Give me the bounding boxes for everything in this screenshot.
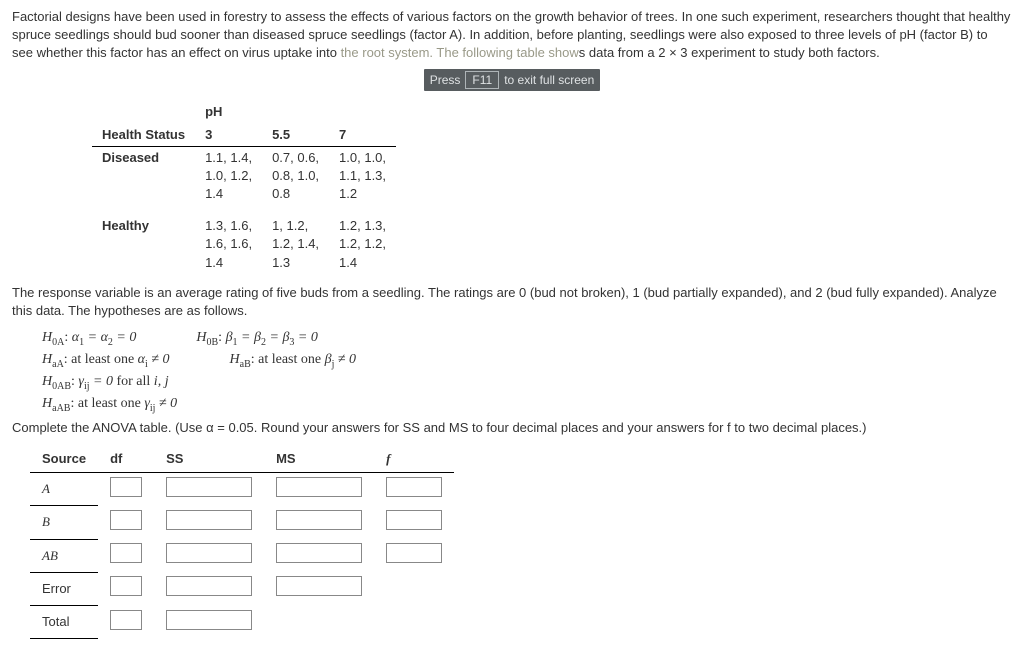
ph-level-0: 3 [195, 124, 262, 147]
ph-header: pH [195, 101, 396, 123]
hyp-h0b: H0B: β1 = β2 = β3 = 0 [196, 328, 318, 350]
input-B-df[interactable] [110, 510, 142, 530]
anova-source-B: B [30, 506, 98, 539]
anova-h-f: f [374, 446, 454, 473]
row-healthy-label: Healthy [92, 215, 195, 274]
input-Error-ms[interactable] [276, 576, 362, 596]
anova-source-AB: AB [30, 539, 98, 572]
hint-post: to exit full screen [504, 72, 594, 89]
anova-h-ms: MS [264, 446, 374, 473]
hyp-h0a: H0A: α1 = α2 = 0 [42, 328, 136, 350]
cell-healthy-7: 1.2, 1.3, 1.2, 1.2, 1.4 [329, 215, 396, 274]
fullscreen-hint-bar: Press F11 to exit full screen [12, 69, 1012, 92]
intro-text-b: s data from a 2 × 3 experiment to study … [579, 45, 880, 60]
anova-h-ss: SS [154, 446, 264, 473]
input-AB-ss[interactable] [166, 543, 252, 563]
data-table: pH Health Status 3 5.5 7 Diseased 1.1, 1… [92, 101, 396, 274]
hint-key: F11 [465, 71, 499, 90]
input-A-ms[interactable] [276, 477, 362, 497]
input-Total-df[interactable] [110, 610, 142, 630]
anova-source-Error: Error [30, 572, 98, 605]
anova-h-source: Source [30, 446, 98, 473]
hypotheses-block: H0A: α1 = α2 = 0 H0B: β1 = β2 = β3 = 0 H… [42, 328, 1012, 415]
input-AB-f[interactable] [386, 543, 442, 563]
anova-source-A: A [30, 472, 98, 506]
anova-h-df: df [98, 446, 154, 473]
health-status-header: Health Status [92, 124, 195, 147]
anova-row-A: A [30, 472, 454, 506]
hyp-haab: HaAB: at least one γij ≠ 0 [42, 394, 1012, 416]
anova-row-Error: Error [30, 572, 454, 605]
anova-instruction: Complete the ANOVA table. (Use α = 0.05.… [12, 419, 1012, 437]
anova-source-Total: Total [30, 606, 98, 639]
ph-level-2: 7 [329, 124, 396, 147]
input-B-ms[interactable] [276, 510, 362, 530]
cell-diseased-5-5: 0.7, 0.6, 0.8, 1.0, 0.8 [262, 146, 329, 205]
fullscreen-hint: Press F11 to exit full screen [424, 69, 601, 92]
cell-healthy-5-5: 1, 1.2, 1.2, 1.4, 1.3 [262, 215, 329, 274]
input-Error-ss[interactable] [166, 576, 252, 596]
anova-wrap: Source df SS MS f A B [30, 446, 1012, 640]
input-A-ss[interactable] [166, 477, 252, 497]
input-AB-df[interactable] [110, 543, 142, 563]
input-Total-ss[interactable] [166, 610, 252, 630]
ph-level-1: 5.5 [262, 124, 329, 147]
hyp-h0ab: H0AB: γij = 0 for all i, j [42, 372, 1012, 394]
input-B-ss[interactable] [166, 510, 252, 530]
cell-diseased-3: 1.1, 1.4, 1.0, 1.2, 1.4 [195, 146, 262, 205]
data-table-wrap: pH Health Status 3 5.5 7 Diseased 1.1, 1… [92, 101, 1012, 274]
input-B-f[interactable] [386, 510, 442, 530]
input-A-f[interactable] [386, 477, 442, 497]
input-AB-ms[interactable] [276, 543, 362, 563]
cell-healthy-3: 1.3, 1.6, 1.6, 1.6, 1.4 [195, 215, 262, 274]
anova-row-Total: Total [30, 606, 454, 639]
anova-table: Source df SS MS f A B [30, 446, 454, 640]
row-diseased-label: Diseased [92, 146, 195, 205]
input-Error-df[interactable] [110, 576, 142, 596]
cell-diseased-7: 1.0, 1.0, 1.1, 1.3, 1.2 [329, 146, 396, 205]
intro-dimmed: the root system. The following table sho… [341, 45, 579, 60]
hint-pre: Press [430, 72, 461, 89]
problem-intro: Factorial designs have been used in fore… [12, 8, 1012, 63]
anova-row-AB: AB [30, 539, 454, 572]
response-description: The response variable is an average rati… [12, 284, 1012, 320]
input-A-df[interactable] [110, 477, 142, 497]
hyp-hab: HaB: at least one βj ≠ 0 [230, 350, 357, 372]
hyp-haa: HaA: at least one αi ≠ 0 [42, 350, 170, 372]
anova-row-B: B [30, 506, 454, 539]
